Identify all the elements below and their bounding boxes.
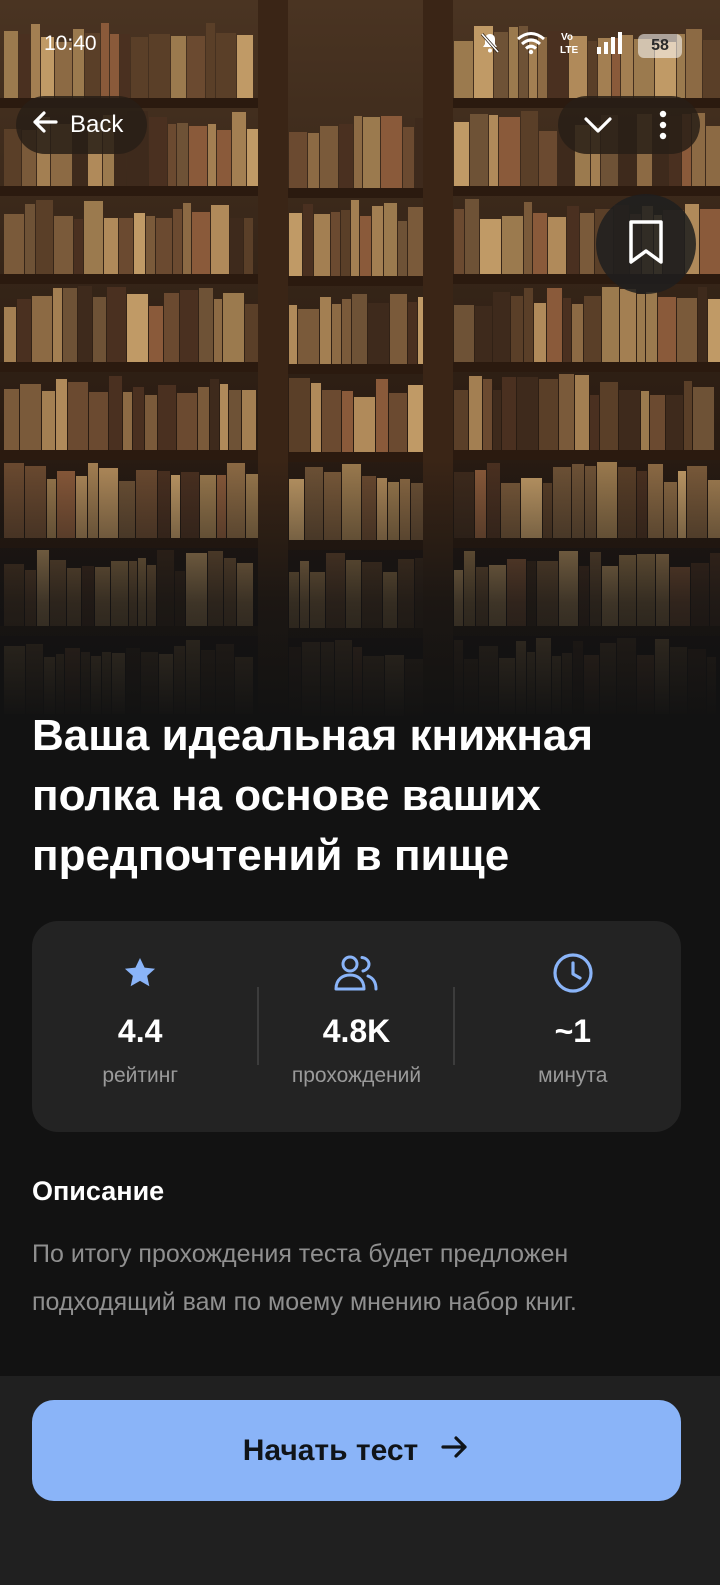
wifi-icon [516, 31, 546, 61]
description-text: По итогу прохождения теста будет предлож… [32, 1240, 577, 1316]
start-test-button[interactable]: Начать тест [32, 1400, 681, 1501]
signal-icon [596, 32, 624, 60]
status-bar: 10:40 Vo LTE 58 [0, 0, 720, 90]
stat-completions-label: прохождений [291, 1064, 422, 1087]
back-button[interactable]: Back [16, 96, 148, 154]
stats-card: 4.4 рейтинг 4.8K прохождений ~1 минута [32, 921, 681, 1132]
bookmark-button[interactable] [596, 194, 696, 294]
arrow-left-icon [30, 107, 60, 144]
arrow-right-icon [440, 1433, 470, 1469]
volte-icon: Vo LTE [560, 30, 582, 62]
stat-duration-label: минута [538, 1064, 608, 1087]
more-vertical-icon[interactable] [638, 110, 688, 140]
stat-rating-value: 4.4 [117, 1013, 163, 1049]
back-label: Back [70, 111, 124, 138]
chevron-down-icon[interactable] [558, 115, 638, 135]
stat-rating-label: рейтинг [102, 1064, 179, 1087]
svg-text:Vo: Vo [561, 32, 573, 43]
stat-completions: 4.8K прохождений [248, 921, 464, 1132]
quiz-title: Ваша идеальная книжная полка на основе в… [32, 711, 594, 880]
stat-duration-value: ~1 [554, 1013, 592, 1049]
quiz-detail-screen: 10:40 Vo LTE 58 Back Ваша идеальная книж… [0, 0, 720, 1585]
star-icon [121, 951, 159, 995]
description-heading: Описание [32, 1176, 165, 1206]
start-test-label: Начать тест [242, 1433, 419, 1467]
stat-completions-value: 4.8K [322, 1013, 391, 1049]
bookmark-icon [626, 218, 666, 271]
stat-duration: ~1 минута [465, 921, 681, 1132]
clock-icon [552, 951, 594, 995]
battery-icon: 58 [638, 34, 682, 58]
stat-rating: 4.4 рейтинг [32, 921, 248, 1132]
svg-text:LTE: LTE [560, 45, 578, 56]
status-time: 10:40 [44, 32, 97, 55]
bell-off-icon [478, 31, 502, 61]
stat-divider [453, 987, 455, 1065]
bottom-action-bar: Начать тест [0, 1376, 720, 1585]
users-icon [333, 951, 379, 995]
header-actions [558, 96, 700, 154]
